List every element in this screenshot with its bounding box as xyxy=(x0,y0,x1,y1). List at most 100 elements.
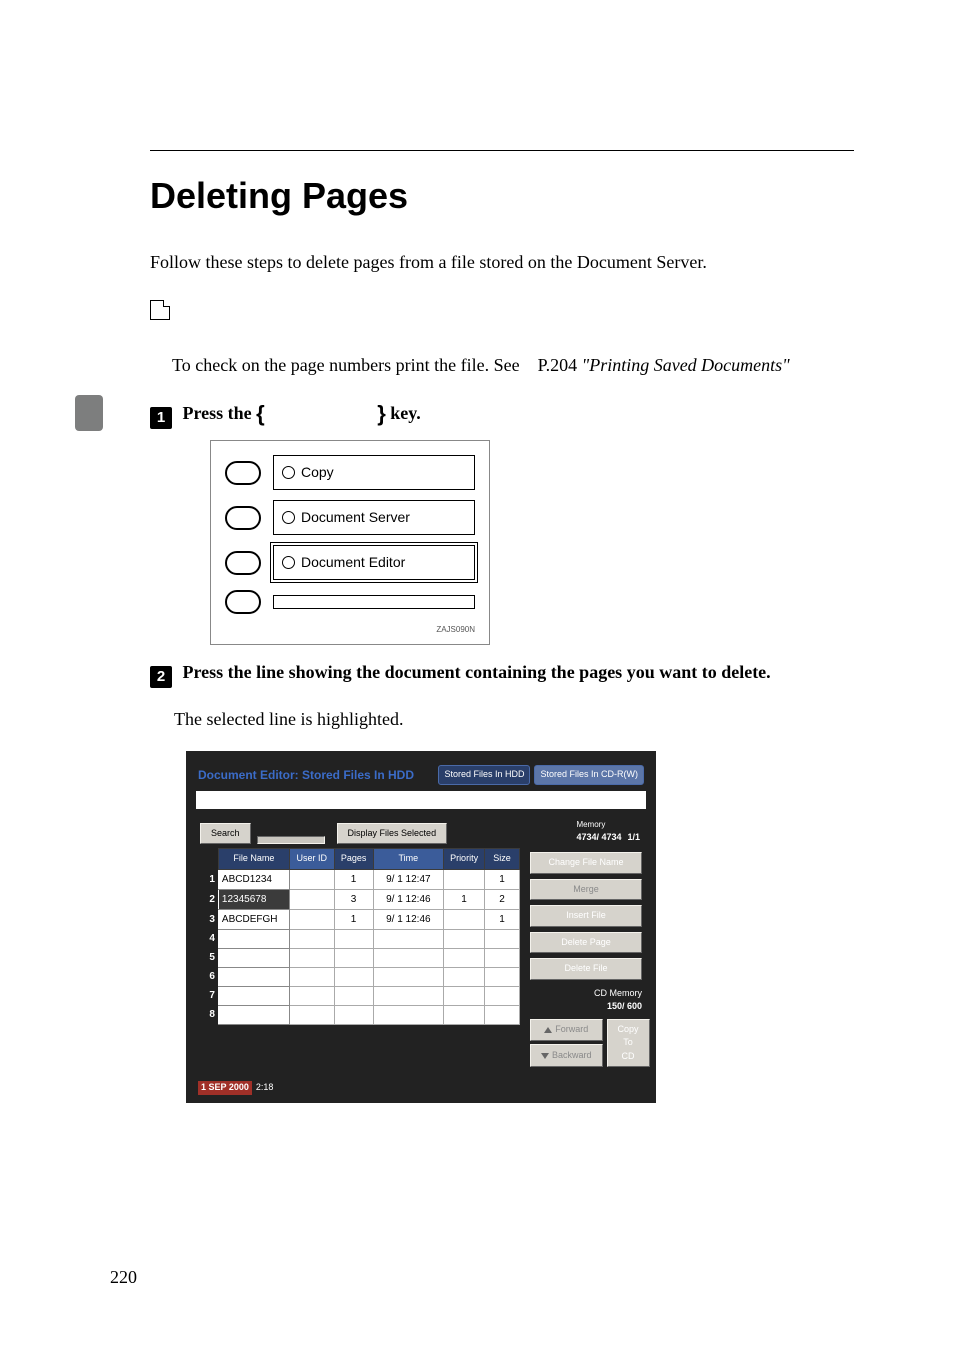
status-bar: 1 SEP 2000 2:18 xyxy=(196,1079,646,1097)
backward-label: Backward xyxy=(552,1049,592,1063)
step-1-before: Press the xyxy=(183,403,257,423)
table-row[interactable]: 5 xyxy=(200,948,520,967)
row-index: 5 xyxy=(200,948,218,967)
cell-user-id xyxy=(289,929,334,948)
search-button[interactable]: Search xyxy=(200,823,251,845)
memory-label: Memory xyxy=(576,819,621,831)
cell-priority xyxy=(444,986,485,1005)
cell-time xyxy=(373,967,444,986)
cell-file-name: 12345678 xyxy=(218,889,289,909)
step-1: 1 Press the { } key. xyxy=(150,397,854,430)
col-file-name[interactable]: File Name xyxy=(218,849,289,870)
cell-file-name xyxy=(218,967,289,986)
cell-pages: 3 xyxy=(334,889,373,909)
mode-document-server-label: Document Server xyxy=(301,507,410,528)
tab-hdd[interactable]: Stored Files In HDD xyxy=(438,765,530,785)
col-priority[interactable]: Priority xyxy=(444,849,485,870)
memory-value: 4734/ 4734 xyxy=(576,831,621,845)
status-time: 2:18 xyxy=(256,1081,274,1095)
cell-file-name: ABCDEFGH xyxy=(218,909,289,929)
col-size[interactable]: Size xyxy=(485,849,520,870)
cell-pages: 1 xyxy=(334,909,373,929)
cell-time xyxy=(373,929,444,948)
delete-page-button[interactable]: Delete Page xyxy=(530,932,642,954)
cell-time xyxy=(373,986,444,1005)
chapter-side-tab xyxy=(75,395,103,431)
cell-file-name xyxy=(218,948,289,967)
led-icon xyxy=(282,466,295,479)
cell-file-name: ABCD1234 xyxy=(218,869,289,889)
table-row[interactable]: 6 xyxy=(200,967,520,986)
cd-memory-label: CD Memory xyxy=(530,987,642,1001)
row-index: 3 xyxy=(200,909,218,929)
merge-button[interactable]: Merge xyxy=(530,879,642,901)
table-row[interactable]: 4 xyxy=(200,929,520,948)
cell-size: 2 xyxy=(485,889,520,909)
change-file-name-button[interactable]: Change File Name xyxy=(530,852,642,874)
col-time[interactable]: Time xyxy=(373,849,444,870)
insert-file-button[interactable]: Insert File xyxy=(530,905,642,927)
table-row[interactable]: 7 xyxy=(200,986,520,1005)
note-ref-title: "Printing Saved Documents" xyxy=(582,355,790,375)
tab-cdrw[interactable]: Stored Files In CD-R(W) xyxy=(534,765,644,785)
col-user-id[interactable]: User ID xyxy=(289,849,334,870)
copy-to-cd-button[interactable]: Copy To CD xyxy=(607,1019,650,1068)
cell-user-id xyxy=(289,986,334,1005)
table-row[interactable]: 3ABCDEFGH19/ 1 12:461 xyxy=(200,909,520,929)
status-date: 1 SEP 2000 xyxy=(198,1081,252,1095)
table-row[interactable]: 8 xyxy=(200,1005,520,1024)
delete-file-button[interactable]: Delete File xyxy=(530,958,642,980)
mode-hardkey-1 xyxy=(225,461,261,485)
cell-size xyxy=(485,929,520,948)
cell-size: 1 xyxy=(485,909,520,929)
row-index: 8 xyxy=(200,1005,218,1024)
files-table: File Name User ID Pages Time Priority Si… xyxy=(200,848,520,1025)
led-icon xyxy=(282,511,295,524)
cell-time: 9/ 1 12:46 xyxy=(373,889,444,909)
operations-panel: Change File Name Merge Insert File Delet… xyxy=(530,848,642,1067)
backward-button[interactable]: Backward xyxy=(530,1044,603,1067)
col-pages[interactable]: Pages xyxy=(334,849,373,870)
mode-copy-label: Copy xyxy=(301,462,334,483)
cell-size xyxy=(485,967,520,986)
mode-document-editor-label: Document Editor xyxy=(301,552,405,573)
step-1-number: 1 xyxy=(150,407,172,429)
table-row[interactable]: 21234567839/ 1 12:4612 xyxy=(200,889,520,909)
display-files-selected-button[interactable]: Display Files Selected xyxy=(337,823,448,845)
figure-code: ZAJS090N xyxy=(225,624,475,636)
cell-time: 9/ 1 12:46 xyxy=(373,909,444,929)
cell-priority xyxy=(444,1005,485,1024)
step-2-number: 2 xyxy=(150,666,172,688)
cell-user-id xyxy=(289,948,334,967)
note-ref-page: P.204 xyxy=(538,355,578,375)
triangle-up-icon xyxy=(544,1027,552,1033)
cell-user-id xyxy=(289,1005,334,1024)
cd-memory-value: 150/ 600 xyxy=(530,1000,642,1014)
cell-pages xyxy=(334,986,373,1005)
step-1-title: Press the { } key. xyxy=(183,403,421,423)
forward-button[interactable]: Forward xyxy=(530,1019,603,1042)
page-counter: 1/1 xyxy=(627,831,640,845)
cell-size: 1 xyxy=(485,869,520,889)
screen-figure: Document Editor: Stored Files In HDD Sto… xyxy=(186,751,656,1103)
cell-user-id xyxy=(289,967,334,986)
led-icon xyxy=(282,556,295,569)
cell-priority xyxy=(444,869,485,889)
cell-pages xyxy=(334,967,373,986)
cell-priority: 1 xyxy=(444,889,485,909)
table-row[interactable]: 1ABCD123419/ 1 12:471 xyxy=(200,869,520,889)
row-index: 1 xyxy=(200,869,218,889)
intro-text: Follow these steps to delete pages from … xyxy=(150,249,854,276)
message-bar xyxy=(196,791,646,809)
search-field[interactable] xyxy=(257,836,325,844)
cell-priority xyxy=(444,929,485,948)
cell-file-name xyxy=(218,986,289,1005)
mode-copy: Copy xyxy=(273,455,475,490)
row-index: 4 xyxy=(200,929,218,948)
step-2-result: The selected line is highlighted. xyxy=(174,706,854,733)
row-index: 7 xyxy=(200,986,218,1005)
page-heading: Deleting Pages xyxy=(150,175,854,217)
mode-hardkey-3 xyxy=(225,551,261,575)
cell-user-id xyxy=(289,869,334,889)
step-2-title: Press the line showing the document cont… xyxy=(183,662,771,682)
